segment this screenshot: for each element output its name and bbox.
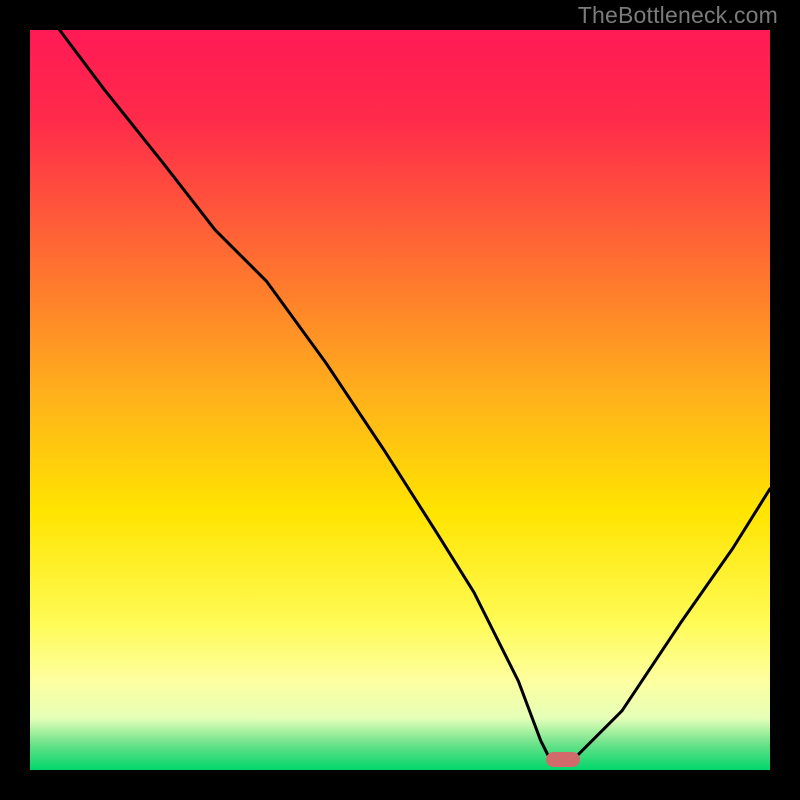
plot-area xyxy=(30,30,770,770)
heat-gradient xyxy=(30,30,770,770)
chart-frame: TheBottleneck.com xyxy=(0,0,800,800)
optimal-marker xyxy=(546,752,580,767)
watermark-text: TheBottleneck.com xyxy=(578,2,778,29)
plot-svg xyxy=(30,30,770,770)
